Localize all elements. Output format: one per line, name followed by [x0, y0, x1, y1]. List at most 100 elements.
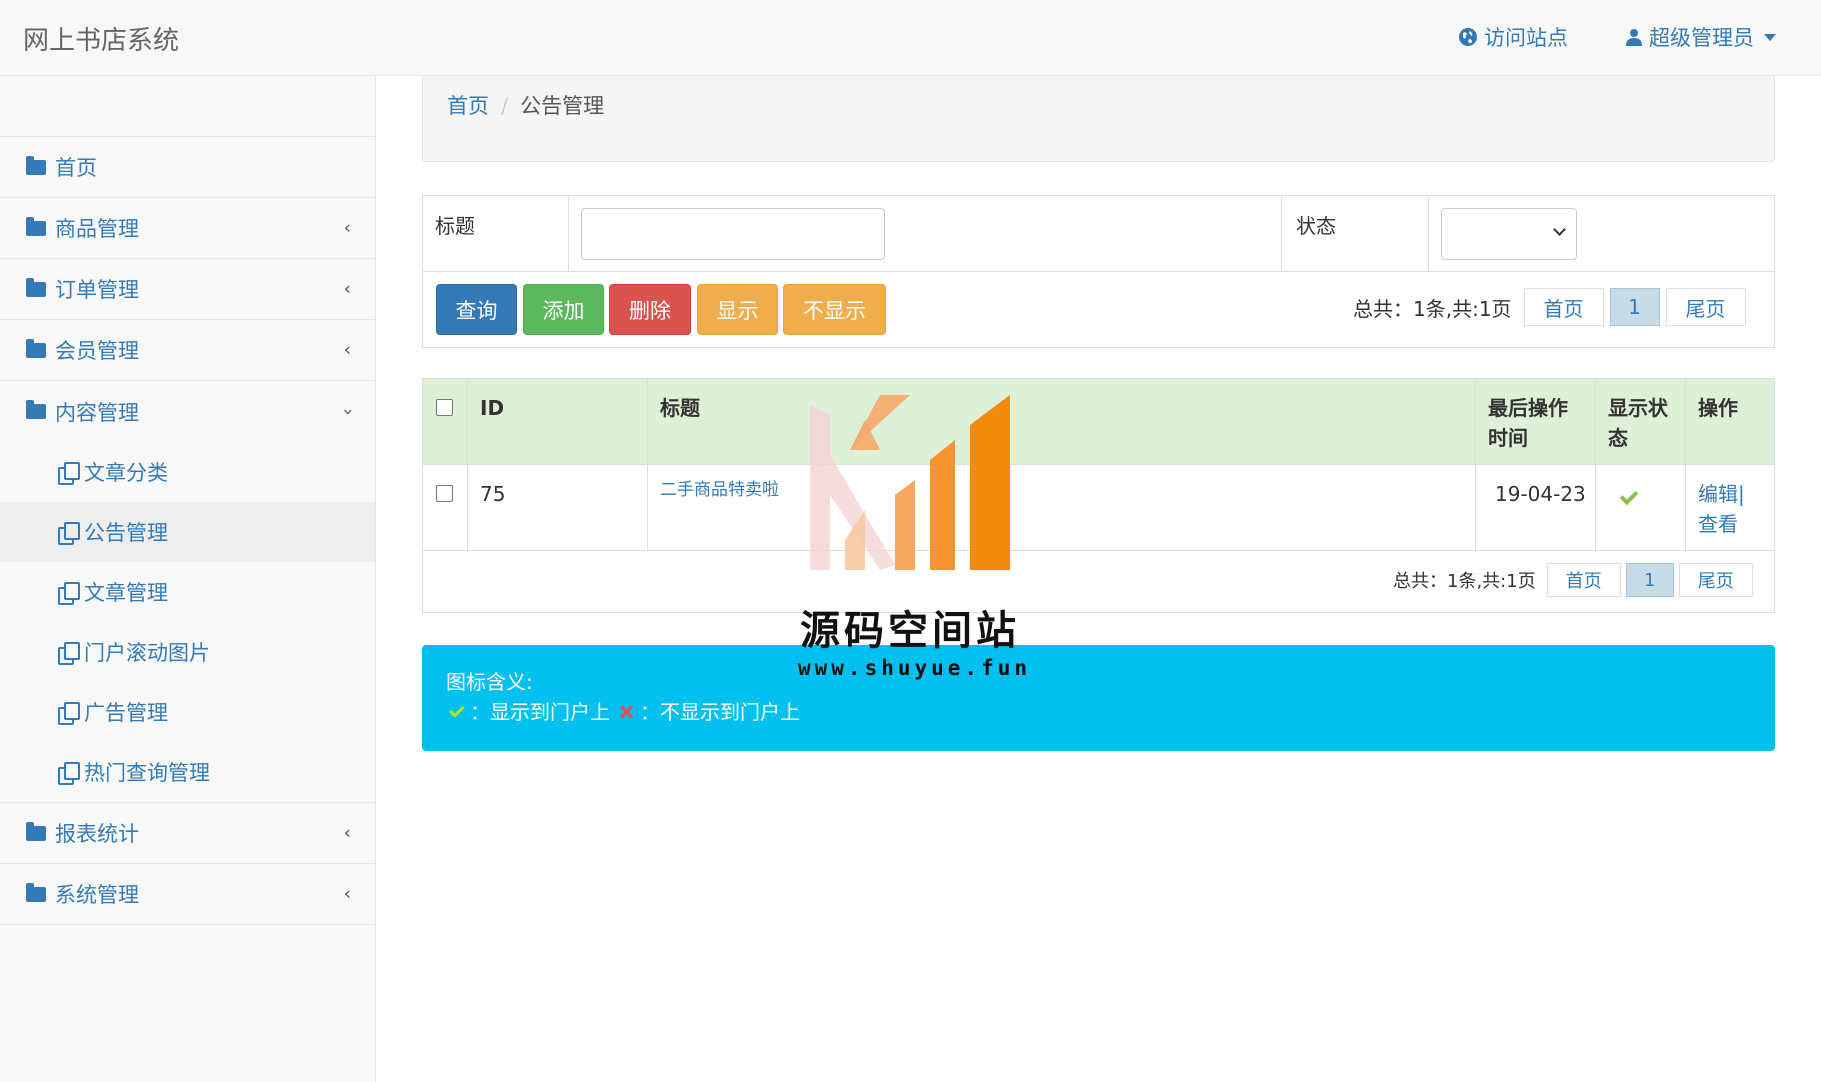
visit-site-link[interactable]: 访问站点	[1458, 22, 1568, 52]
icon-legend-box: 图标含义: ：显示到门户上 ：不显示到门户上	[422, 645, 1775, 751]
submenu-item-label: 热门查询管理	[84, 761, 210, 785]
row-id: 75	[480, 482, 506, 506]
column-header-id: ID	[480, 396, 505, 420]
chevron-down-icon: ‹	[336, 407, 358, 416]
status-select[interactable]	[1441, 208, 1577, 260]
breadcrumb-home-link[interactable]: 首页	[447, 94, 489, 118]
column-divider	[1685, 379, 1686, 551]
row-last-time: 19-04-23	[1495, 482, 1586, 506]
submenu-item-announcements[interactable]: 公告管理	[0, 502, 375, 562]
title-label: 标题	[435, 214, 475, 238]
breadcrumb: 首页 / 公告管理	[422, 76, 1775, 162]
sidebar-item-system[interactable]: 系统管理 ‹	[0, 864, 375, 925]
delete-button[interactable]: 删除	[609, 284, 691, 335]
first-page-button[interactable]: 首页	[1523, 288, 1604, 326]
legend-hidden-text: ：不显示到门户上	[640, 700, 800, 724]
legend-line: ：显示到门户上 ：不显示到门户上	[446, 697, 1751, 727]
caret-down-icon	[1764, 33, 1776, 41]
submenu-item-label: 文章管理	[84, 581, 168, 605]
submenu-item-ads[interactable]: 广告管理	[0, 682, 375, 742]
check-icon	[1619, 486, 1639, 506]
submenu-item-label: 公告管理	[84, 521, 168, 545]
last-page-button[interactable]: 尾页	[1678, 563, 1753, 597]
divider	[568, 196, 569, 272]
copy-icon	[58, 462, 80, 485]
row-checkbox[interactable]	[436, 485, 453, 502]
hide-button[interactable]: 不显示	[783, 284, 886, 335]
table-row: 75 二手商品特卖啦 19-04-23 编辑| 查看	[423, 465, 1774, 551]
first-page-button[interactable]: 首页	[1546, 563, 1621, 597]
cross-icon	[618, 704, 634, 720]
top-navbar: 网上书店系统 访问站点 超级管理员	[0, 0, 1821, 76]
edit-link[interactable]: 编辑|	[1698, 479, 1745, 509]
table-header: ID 标题 最后操作 时间 显示状 态 操作	[423, 379, 1774, 465]
admin-user-dropdown[interactable]: 超级管理员	[1625, 22, 1776, 52]
chevron-left-icon: ‹	[343, 217, 351, 239]
globe-icon	[1459, 28, 1477, 46]
copy-icon	[58, 582, 80, 605]
chevron-left-icon: ‹	[343, 278, 351, 300]
pagination-total: 总共：1条,共:1页	[1353, 296, 1512, 321]
submenu-item-articles[interactable]: 文章管理	[0, 562, 375, 622]
last-page-button[interactable]: 尾页	[1665, 288, 1746, 326]
folder-icon	[26, 821, 46, 841]
show-button[interactable]: 显示	[697, 284, 778, 335]
content-submenu: 文章分类 公告管理 文章管理 门户滚动图片 广告管理 热门查询管理	[0, 442, 375, 803]
title-input[interactable]	[581, 208, 885, 260]
sidebar-item-home[interactable]: 首页	[0, 137, 375, 198]
folder-icon	[26, 882, 46, 902]
sidebar-item-label: 报表统计	[55, 822, 139, 846]
submenu-item-hot-search[interactable]: 热门查询管理	[0, 742, 375, 802]
divider	[1428, 196, 1429, 272]
pagination-bottom: 总共：1条,共:1页 首页 1 尾页	[1393, 563, 1753, 597]
copy-icon	[58, 702, 80, 725]
submenu-item-article-category[interactable]: 文章分类	[0, 442, 375, 502]
pagination-top: 总共：1条,共:1页 首页 1 尾页	[1353, 288, 1746, 326]
chevron-left-icon: ‹	[343, 339, 351, 361]
sidebar-item-reports[interactable]: 报表统计 ‹	[0, 803, 375, 864]
folder-icon	[26, 277, 46, 297]
sidebar-item-content[interactable]: 内容管理 ‹	[0, 381, 375, 442]
folder-icon	[26, 400, 46, 419]
sidebar-item-label: 首页	[55, 156, 97, 180]
page-number-button[interactable]: 1	[1609, 288, 1660, 326]
column-header-title: 标题	[660, 396, 700, 420]
watermark-url: www.shuyue.fun	[798, 656, 1032, 680]
sidebar-item-label: 会员管理	[55, 339, 139, 363]
submenu-item-label: 文章分类	[84, 461, 168, 485]
chevron-down-icon	[1553, 223, 1566, 236]
query-button[interactable]: 查询	[436, 284, 517, 335]
check-icon	[449, 702, 465, 718]
admin-user-label: 超级管理员	[1649, 26, 1754, 50]
column-divider	[1595, 379, 1596, 551]
column-divider	[467, 379, 468, 551]
sidebar-item-label: 内容管理	[55, 400, 139, 425]
search-fields-row: 标题 状态	[423, 196, 1774, 272]
chevron-left-icon: ‹	[343, 883, 351, 905]
select-all-checkbox[interactable]	[436, 399, 453, 416]
submenu-item-portal-slider[interactable]: 门户滚动图片	[0, 622, 375, 682]
submenu-item-label: 门户滚动图片	[84, 641, 210, 665]
announcement-table: ID 标题 最后操作 时间 显示状 态 操作 75 二手商品特卖啦 19-04-…	[422, 378, 1775, 613]
brand-title[interactable]: 网上书店系统	[23, 20, 179, 57]
folder-icon	[26, 216, 46, 236]
sidebar: 首页 商品管理 ‹ 订单管理 ‹ 会员管理 ‹ 内容管理 ‹ 文章分类 公告管理…	[0, 76, 376, 1082]
search-form: 标题 状态 查询 添加 删除 显示 不显示 总共：1条,共:1页 首页 1 尾页	[422, 195, 1775, 348]
page-number-button[interactable]: 1	[1625, 563, 1674, 597]
sidebar-item-label: 系统管理	[55, 883, 139, 907]
column-header-actions: 操作	[1698, 396, 1738, 420]
row-title-link[interactable]: 二手商品特卖啦	[660, 475, 779, 505]
copy-icon	[58, 762, 80, 785]
sidebar-item-label: 订单管理	[55, 278, 139, 302]
column-header-last-time: 最后操作 时间	[1488, 396, 1568, 450]
breadcrumb-current: 公告管理	[520, 94, 605, 118]
sidebar-top-spacer	[0, 76, 375, 137]
view-link[interactable]: 查看	[1698, 509, 1745, 539]
submenu-item-label: 广告管理	[84, 701, 168, 725]
add-button[interactable]: 添加	[523, 284, 604, 335]
sidebar-item-members[interactable]: 会员管理 ‹	[0, 320, 375, 381]
copy-icon	[58, 642, 80, 665]
sidebar-item-orders[interactable]: 订单管理 ‹	[0, 259, 375, 320]
user-icon	[1626, 29, 1642, 46]
sidebar-item-products[interactable]: 商品管理 ‹	[0, 198, 375, 259]
